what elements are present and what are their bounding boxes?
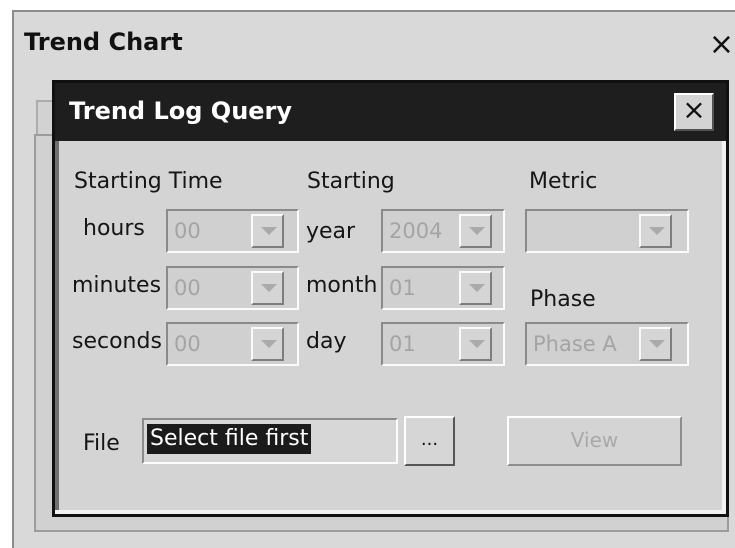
dialog-title: Trend Log Query [69, 97, 293, 125]
file-label: File [83, 431, 120, 456]
chevron-down-icon[interactable] [251, 271, 284, 305]
dialog-close-icon[interactable]: × [674, 93, 714, 131]
year-dropdown[interactable]: 2004 [381, 209, 505, 253]
day-value: 01 [389, 332, 416, 356]
browse-button[interactable]: ... [404, 416, 455, 466]
file-input[interactable]: Select file first [142, 418, 398, 464]
dialog-titlebar: Trend Log Query × [55, 83, 726, 141]
phase-value: Phase A [533, 332, 617, 356]
file-input-value: Select file first [147, 424, 312, 454]
metric-heading: Metric [529, 169, 598, 194]
phase-heading: Phase [530, 287, 596, 312]
day-label: day [306, 329, 347, 354]
trend-log-query-dialog: Trend Log Query × Starting Time Starting… [52, 80, 729, 517]
phase-dropdown[interactable]: Phase A [525, 322, 689, 366]
seconds-value: 00 [174, 332, 201, 356]
chevron-down-icon[interactable] [251, 214, 284, 248]
year-value: 2004 [389, 219, 443, 243]
hours-value: 00 [174, 219, 201, 243]
chevron-down-icon[interactable] [459, 327, 492, 361]
metric-dropdown[interactable] [525, 209, 689, 253]
hours-label: hours [83, 216, 145, 241]
hours-dropdown[interactable]: 00 [166, 209, 299, 253]
month-dropdown[interactable]: 01 [381, 266, 505, 310]
day-dropdown[interactable]: 01 [381, 322, 505, 366]
seconds-dropdown[interactable]: 00 [166, 322, 299, 366]
month-label: month [306, 273, 378, 298]
trend-chart-window: Trend Chart × Trend Log Query × Starting… [12, 10, 735, 548]
minutes-label: minutes [72, 273, 162, 298]
year-label: year [306, 219, 356, 244]
month-value: 01 [389, 276, 416, 300]
chevron-down-icon[interactable] [459, 271, 492, 305]
seconds-label: seconds [72, 329, 162, 354]
minutes-dropdown[interactable]: 00 [166, 266, 299, 310]
chevron-down-icon[interactable] [251, 327, 284, 361]
starting-heading: Starting [307, 169, 395, 194]
chevron-down-icon[interactable] [639, 214, 672, 248]
chevron-down-icon[interactable] [639, 327, 672, 361]
window-title: Trend Chart [24, 28, 183, 56]
view-button[interactable]: View [507, 416, 682, 466]
window-close-icon[interactable]: × [704, 28, 735, 68]
chevron-down-icon[interactable] [459, 214, 492, 248]
minutes-value: 00 [174, 276, 201, 300]
starting-time-heading: Starting Time [74, 169, 223, 194]
